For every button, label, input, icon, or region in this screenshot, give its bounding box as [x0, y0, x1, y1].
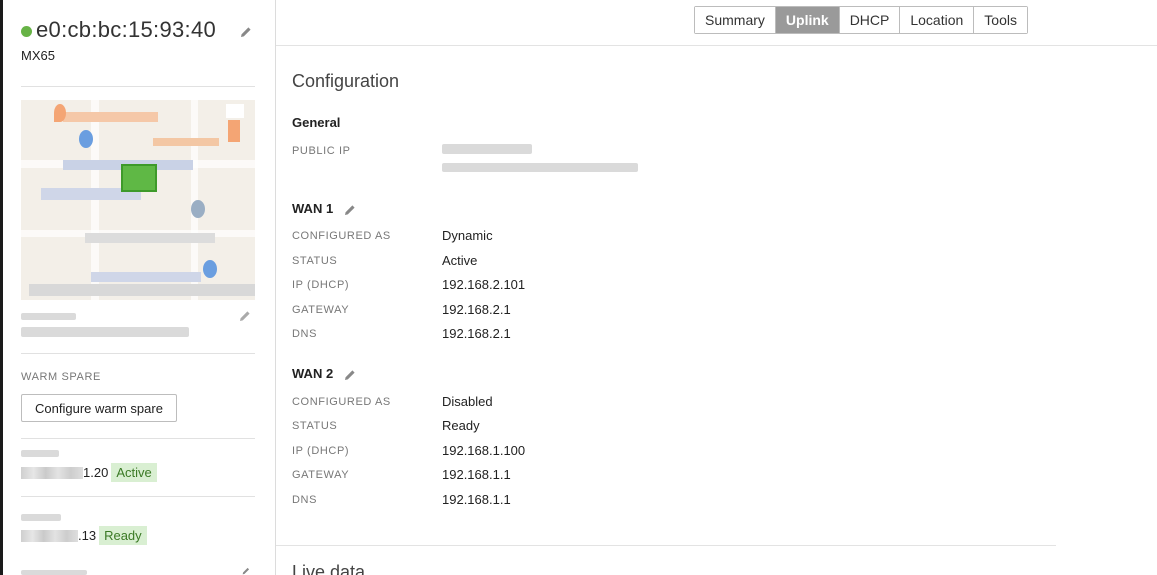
wan2-dns-label: DNS — [292, 494, 318, 506]
device-model: MX65 — [21, 48, 55, 63]
wan1-ip-label: IP (DHCP) — [292, 279, 350, 291]
address-label-redacted — [21, 313, 76, 320]
wan2-configured-as-label: CONFIGURED AS — [292, 396, 391, 408]
wan2-ip-redacted — [21, 529, 78, 542]
wan1-configured-as-label: CONFIGURED AS — [292, 230, 391, 242]
configuration-heading: Configuration — [292, 71, 400, 91]
wan2-dns-value: 192.168.1.1 — [442, 492, 511, 507]
wan1-gateway-value: 192.168.2.1 — [442, 302, 511, 317]
wan2-ip-label: IP (DHCP) — [292, 445, 350, 457]
location-map[interactable] — [21, 100, 255, 300]
public-ip-hostname-redacted — [442, 163, 638, 172]
configure-warm-spare-button[interactable]: Configure warm spare — [21, 394, 177, 422]
wan1-dns-value: 192.168.2.1 — [442, 326, 511, 341]
tab-uplink[interactable]: Uplink — [775, 7, 840, 33]
wan2-ip-suffix: .13 — [78, 528, 97, 543]
divider — [21, 86, 255, 87]
edit-hostname-pencil-icon[interactable] — [241, 567, 251, 575]
address-redacted — [21, 327, 189, 337]
wan1-status-label: STATUS — [292, 255, 338, 267]
tab-summary[interactable]: Summary — [695, 7, 776, 33]
wan1-ip-suffix: 1.20 — [83, 465, 109, 480]
wan1-ip-row: 1.20 Active — [21, 463, 157, 482]
wan2-status-label: STATUS — [292, 420, 338, 432]
edit-wan2-pencil-icon[interactable] — [344, 369, 356, 381]
general-heading: General — [292, 115, 341, 130]
warm-spare-label: WARM SPARE — [21, 371, 101, 383]
wan1-ip-value: 192.168.2.101 — [442, 277, 526, 292]
divider — [21, 353, 255, 354]
divider — [276, 545, 1056, 546]
wan2-gateway-label: GATEWAY — [292, 469, 350, 481]
wan2-gateway-value: 192.168.1.1 — [442, 467, 511, 482]
public-ip-label: PUBLIC IP — [292, 145, 351, 157]
wan1-heading: WAN 1 — [292, 201, 334, 216]
wan2-ip-row: .13 Ready — [21, 526, 147, 545]
divider — [21, 496, 255, 497]
wan2-ip-value: 192.168.1.100 — [442, 443, 526, 458]
wan2-configured-as-value: Disabled — [442, 394, 493, 409]
device-mac-address: e0:cb:bc:15:93:40 — [36, 17, 217, 42]
wan2-heading: WAN 2 — [292, 366, 334, 381]
hostname-label-redacted — [21, 570, 87, 575]
wan2-status-value: Ready — [442, 418, 480, 433]
wan1-configured-as-value: Dynamic — [442, 228, 493, 243]
wan1-label-redacted — [21, 450, 59, 457]
wan2-label-redacted — [21, 514, 61, 521]
public-ip-redacted — [442, 144, 532, 154]
wan1-status-badge: Active — [111, 463, 157, 482]
divider — [21, 438, 255, 439]
wan1-ip-redacted — [21, 466, 83, 479]
tab-location[interactable]: Location — [900, 7, 975, 33]
wan1-gateway-label: GATEWAY — [292, 304, 350, 316]
tab-tools[interactable]: Tools — [974, 7, 1027, 33]
wan1-status-value: Active — [442, 253, 478, 268]
status-dot-icon — [21, 26, 32, 37]
device-sidebar: e0:cb:bc:15:93:40 MX65 WARM SPARE Config… — [0, 0, 276, 575]
wan1-dns-label: DNS — [292, 328, 318, 340]
edit-name-pencil-icon[interactable] — [240, 26, 252, 38]
divider — [276, 45, 1157, 46]
tab-dhcp[interactable]: DHCP — [839, 7, 901, 33]
live-data-heading: Live data — [292, 562, 366, 575]
device-tabs: Summary Uplink DHCP Location Tools — [694, 6, 1028, 34]
wan2-status-badge: Ready — [99, 526, 147, 545]
edit-address-pencil-icon[interactable] — [239, 310, 251, 322]
edit-wan1-pencil-icon[interactable] — [344, 204, 356, 216]
